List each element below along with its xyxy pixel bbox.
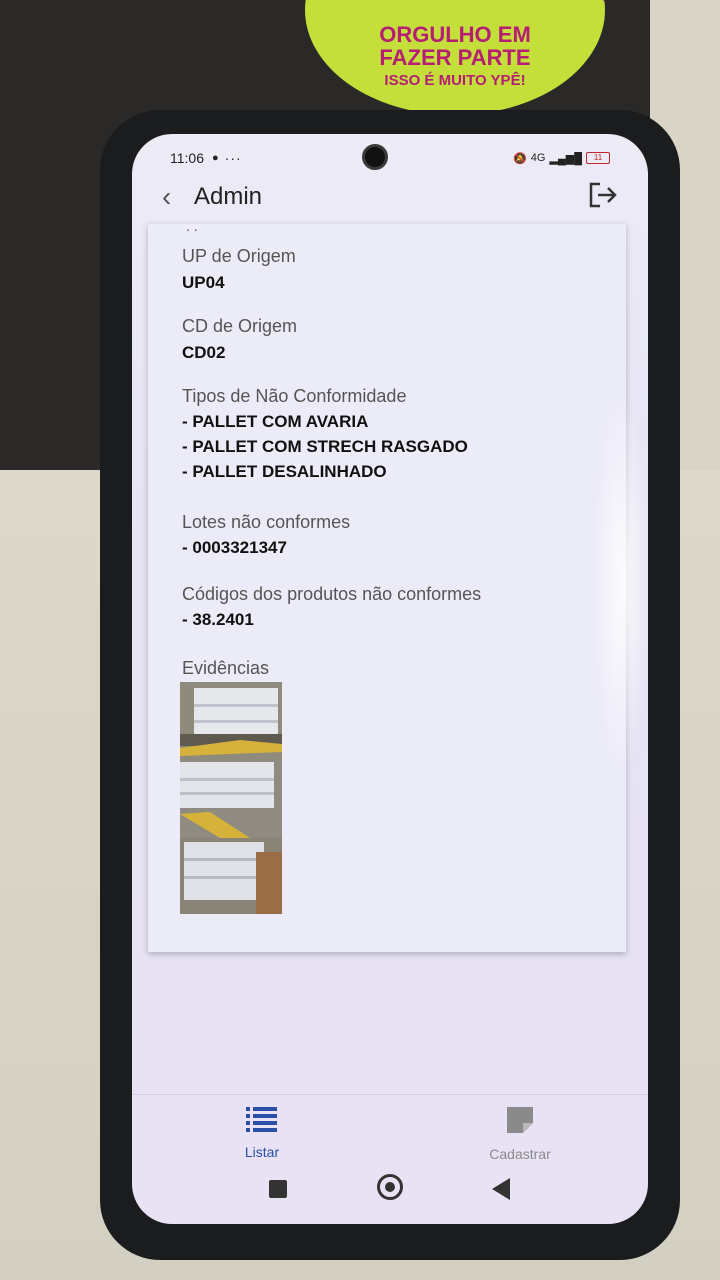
field-lotes: Lotes não conformes - 0003321347 [182, 512, 350, 558]
tipo-item: - PALLET DESALINHADO [182, 462, 387, 481]
label-up-origem: UP de Origem [182, 246, 296, 266]
nav-cadastrar[interactable]: Cadastrar [460, 1105, 580, 1162]
tipo-item: - PALLET COM AVARIA [182, 412, 369, 431]
system-navigation-bar [132, 1166, 648, 1206]
status-more-dots: ··· [224, 150, 242, 166]
bottom-navigation: Listar Cadastrar [132, 1094, 648, 1165]
label-tipos: Tipos de Não Conformidade [182, 386, 407, 406]
nav-listar-label: Listar [244, 1144, 280, 1160]
value-cd-origem: CD02 [182, 343, 226, 362]
sticker-text: ORGULHO EM FAZER PARTE ISSO É MUITO YPÊ! [305, 23, 605, 89]
status-bar: 11:06 ● ··· 🔕 4G ▂▄▆█ 11 [170, 148, 610, 168]
home-icon[interactable] [377, 1174, 403, 1200]
network-label: 4G [530, 152, 546, 164]
tipo-item: - PALLET COM STRECH RASGADO [182, 437, 468, 456]
field-cd-origem: CD de Origem CD02 [182, 316, 297, 363]
label-evidencias: Evidências [182, 658, 270, 678]
lote-item: - 0003321347 [182, 538, 287, 557]
back-triangle-icon[interactable] [492, 1178, 510, 1200]
note-icon [507, 1107, 533, 1133]
battery-icon: 11 [586, 152, 610, 164]
evidence-photo[interactable] [180, 682, 282, 914]
sticker-corner-shape [545, 0, 605, 7]
value-up-origem: UP04 [182, 273, 225, 292]
sticker-line-3: ISSO É MUITO YPÊ! [384, 72, 526, 90]
codigo-item: - 38.2401 [182, 610, 254, 629]
label-cd-origem: CD de Origem [182, 316, 298, 336]
truncated-marker: . . [186, 218, 198, 234]
details-card: . . UP de Origem UP04 CD de Origem CD02 … [148, 218, 626, 952]
chat-icon: ● [212, 152, 219, 164]
app-header: ‹ Admin [132, 174, 648, 220]
signal-icon: ▂▄▆█ [549, 152, 582, 165]
logout-icon[interactable] [588, 182, 618, 213]
sticker-line-2: FAZER PARTE [379, 45, 531, 71]
field-evidencias: Evidências [182, 658, 269, 679]
battery-level: 11 [593, 153, 603, 162]
field-codigos: Códigos dos produtos não conformes - 38.… [182, 584, 481, 630]
phone-screen: 11:06 ● ··· 🔕 4G ▂▄▆█ 11 ‹ Admin . . UP … [132, 134, 648, 1224]
label-codigos: Códigos dos produtos não conformes [182, 584, 482, 604]
home-icon-dot [385, 1182, 395, 1192]
nav-listar[interactable]: Listar [202, 1105, 322, 1160]
chevron-left-icon[interactable]: ‹ [162, 181, 186, 213]
recent-apps-icon[interactable] [269, 1180, 287, 1198]
mute-icon: 🔕 [513, 152, 527, 165]
status-icons: 🔕 4G ▂▄▆█ 11 [513, 152, 610, 165]
field-up-origem: UP de Origem UP04 [182, 246, 296, 293]
screen-glare [592, 394, 648, 774]
list-icon [246, 1107, 277, 1132]
field-tipos-nao-conformidade: Tipos de Não Conformidade - PALLET COM A… [182, 386, 468, 482]
sticker-line-1: ORGULHO EM [379, 22, 531, 47]
label-lotes: Lotes não conformes [182, 512, 351, 532]
front-camera [362, 144, 388, 170]
nav-cadastrar-label: Cadastrar [489, 1146, 551, 1162]
status-time: 11:06 [170, 150, 204, 166]
page-title: Admin [194, 183, 263, 210]
